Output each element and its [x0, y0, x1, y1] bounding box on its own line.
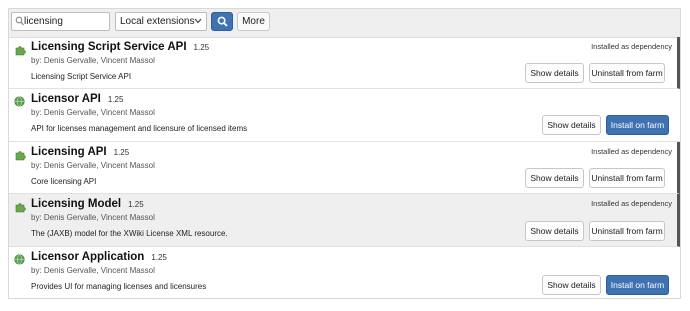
extension-row: Licensor Application 1.25 by: Denis Gerva… — [9, 247, 680, 299]
search-toolbar: Local extensions More — [9, 9, 680, 38]
puzzle-icon — [15, 46, 26, 56]
extension-version: 1.25 — [151, 253, 167, 262]
extension-description: Core licensing API — [31, 177, 97, 186]
uninstall-button[interactable]: Uninstall from farm — [589, 221, 665, 241]
search-icon — [217, 16, 228, 27]
install-button[interactable]: Install on farm — [606, 275, 669, 295]
show-details-button[interactable]: Show details — [525, 168, 584, 188]
more-button[interactable]: More — [237, 12, 270, 31]
extension-version: 1.25 — [113, 148, 130, 157]
extension-authors: by: Denis Gervalle, Vincent Massol — [31, 213, 155, 222]
extension-version: 1.25 — [107, 95, 124, 104]
installed-status: Installed as dependency — [591, 147, 672, 156]
extension-row: Licensor API 1.25 by: Denis Gervalle, Vin… — [9, 89, 680, 142]
extension-authors: by: Denis Gervalle, Vincent Massol — [31, 108, 155, 117]
extension-manager-panel: Local extensions More Licensing Script S… — [8, 8, 681, 299]
extension-description: The (JAXB) model for the XWiki License X… — [31, 229, 228, 238]
chevron-down-icon — [194, 18, 202, 24]
extension-name: Licensing Model 1.25 — [31, 198, 144, 210]
extension-version: 1.25 — [128, 200, 144, 209]
uninstall-button[interactable]: Uninstall from farm — [589, 168, 665, 188]
extension-description: API for licenses management and licensur… — [31, 124, 248, 133]
show-details-button[interactable]: Show details — [542, 275, 601, 295]
globe-icon — [14, 96, 25, 107]
extension-description: Provides UI for managing licenses and li… — [31, 282, 207, 291]
installed-status: Installed as dependency — [591, 199, 672, 208]
search-button[interactable] — [211, 12, 233, 31]
extension-row: Licensing Script Service API 1.25 by: Den… — [9, 37, 680, 89]
search-field[interactable] — [11, 12, 110, 31]
extension-name: Licensing API 1.25 — [31, 146, 130, 158]
extension-row: Licensing Model 1.25 by: Denis Gervalle, … — [9, 194, 680, 247]
puzzle-icon — [15, 151, 26, 161]
uninstall-button[interactable]: Uninstall from farm — [589, 63, 665, 83]
extension-row: Licensing API 1.25 by: Denis Gervalle, Vi… — [9, 142, 680, 194]
extension-description: Licensing Script Service API — [31, 72, 132, 81]
install-button[interactable]: Install on farm — [606, 115, 669, 135]
show-details-button[interactable]: Show details — [525, 221, 584, 241]
extension-source-select[interactable]: Local extensions — [115, 12, 207, 31]
search-input[interactable] — [24, 13, 108, 30]
extension-version: 1.25 — [193, 43, 210, 52]
puzzle-icon — [15, 203, 26, 213]
installed-status: Installed as dependency — [591, 42, 672, 51]
extension-name: Licensing Script Service API 1.25 — [31, 41, 210, 53]
extension-name: Licensor Application 1.25 — [31, 251, 167, 263]
magnifier-icon — [15, 16, 24, 26]
extension-authors: by: Denis Gervalle, Vincent Massol — [31, 161, 155, 170]
show-details-button[interactable]: Show details — [542, 115, 601, 135]
extension-authors: by: Denis Gervalle, Vincent Massol — [31, 56, 155, 65]
extension-authors: by: Denis Gervalle, Vincent Massol — [31, 266, 155, 275]
extension-source-selected: Local extensions — [120, 16, 195, 27]
globe-icon — [14, 254, 25, 265]
show-details-button[interactable]: Show details — [525, 63, 584, 83]
extension-name: Licensor API 1.25 — [31, 93, 124, 105]
